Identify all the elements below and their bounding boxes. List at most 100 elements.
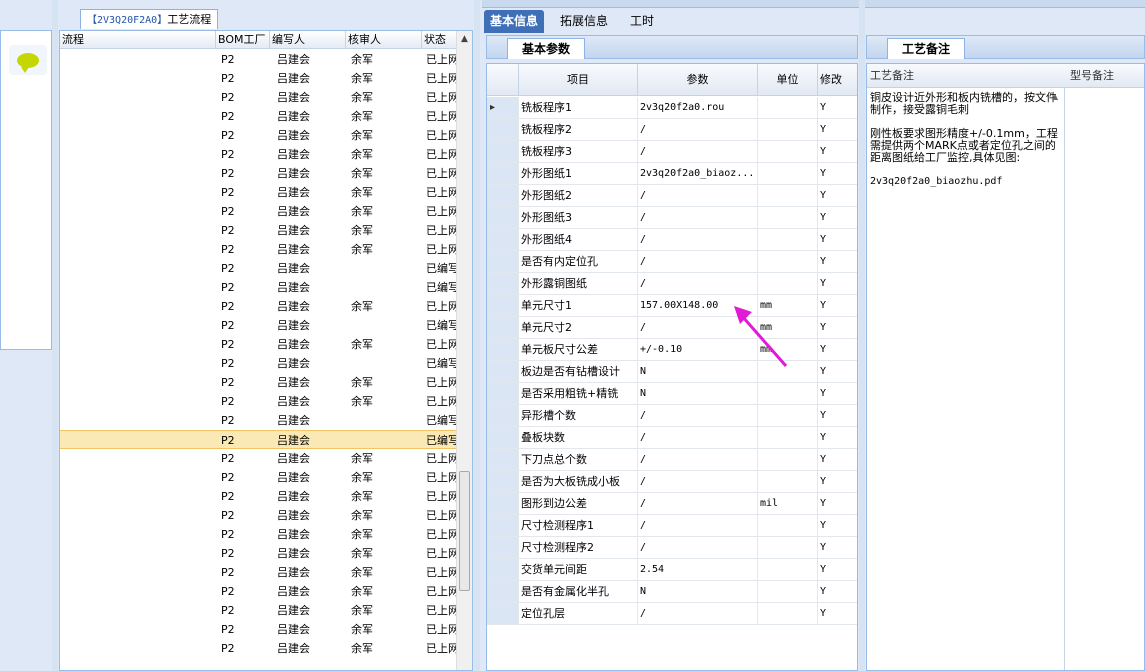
tree-row[interactable]: 出库P2吕建会余军已上网: [60, 639, 459, 658]
process-remark-text[interactable]: 铜皮设计近外形和板内铣槽的，按文件制作，接受露铜毛刺 刚性板要求图形精度+/-0…: [870, 92, 1062, 200]
param-value-cell[interactable]: /: [638, 471, 758, 492]
param-value-cell[interactable]: /: [638, 207, 758, 228]
tree-row[interactable]: −外形P2吕建会已编写: [60, 411, 459, 430]
row-indicator[interactable]: [487, 361, 519, 382]
row-indicator[interactable]: [487, 537, 519, 558]
col-process-remark[interactable]: 工艺备注: [867, 64, 914, 88]
param-value-cell[interactable]: /: [638, 229, 758, 250]
row-indicator[interactable]: [487, 581, 519, 602]
param-row[interactable]: 是否有内定位孔 / Y: [487, 251, 857, 273]
tree-row[interactable]: 成品清洗P2吕建会余军已上网: [60, 449, 459, 468]
col-bom[interactable]: BOM工厂: [216, 31, 270, 49]
param-value-cell[interactable]: N: [638, 581, 758, 602]
tree-scrollbar[interactable]: ▲: [456, 31, 472, 670]
row-indicator[interactable]: [487, 427, 519, 448]
row-indicator[interactable]: [487, 97, 519, 118]
param-row[interactable]: 外形图纸2/ Y: [487, 185, 857, 207]
row-indicator[interactable]: [487, 449, 519, 470]
tree-row[interactable]: −终检P2吕建会余军已上网: [60, 468, 459, 487]
row-indicator[interactable]: [487, 229, 519, 250]
param-row[interactable]: 板边是否有钻槽设计 N Y: [487, 361, 857, 383]
row-indicator[interactable]: [487, 339, 519, 360]
col-model-remark[interactable]: 型号备注: [1067, 64, 1114, 88]
row-indicator[interactable]: [487, 493, 519, 514]
col-unit[interactable]: 单位: [758, 64, 818, 96]
tree-row[interactable]: −电子测试P2吕建会已编写: [60, 316, 459, 335]
row-indicator[interactable]: [487, 317, 519, 338]
param-value-cell[interactable]: N: [638, 383, 758, 404]
param-row[interactable]: 铣板程序3/ Y: [487, 141, 857, 163]
param-value-cell[interactable]: 2v3q20f2a0_biaoz...: [638, 163, 758, 184]
remarks-scrollbar[interactable]: ▲: [1049, 90, 1063, 670]
tree-row[interactable]: −包装P2吕建会余军已上网: [60, 544, 459, 563]
param-row[interactable]: 是否有金属化半孔 N Y: [487, 581, 857, 603]
row-indicator[interactable]: [487, 515, 519, 536]
tree-row[interactable]: 板边包胶P2吕建会余军已上网: [60, 202, 459, 221]
tree-row[interactable]: 喷砂P2吕建会余军已上网: [60, 183, 459, 202]
row-indicator[interactable]: [487, 295, 519, 316]
row-indicator[interactable]: [487, 163, 519, 184]
param-row[interactable]: 铣板程序12v3q20f2a0.rou Y: [487, 97, 857, 119]
tree-row[interactable]: 二钻1P2吕建会余军已上网: [60, 392, 459, 411]
row-indicator[interactable]: [487, 273, 519, 294]
scroll-thumb[interactable]: [459, 471, 470, 591]
process-flow-tab[interactable]: 【2V3Q20F2A0】工艺流程: [80, 9, 219, 29]
param-value-cell[interactable]: /: [638, 141, 758, 162]
tree-row[interactable]: 终固化1P2吕建会余军已上网: [60, 107, 459, 126]
tree-row[interactable]: 铣板P2吕建会已编写: [60, 430, 459, 449]
scroll-up-icon[interactable]: ▲: [1052, 92, 1058, 101]
param-row[interactable]: 叠板块数 / Y: [487, 427, 857, 449]
tree-row[interactable]: −钻孔1P2吕建会余军已上网: [60, 373, 459, 392]
param-value-cell[interactable]: 2v3q20f2a0.rou: [638, 97, 758, 118]
row-indicator[interactable]: [487, 559, 519, 580]
param-row[interactable]: 外形图纸4/ Y: [487, 229, 857, 251]
col-flow[interactable]: 流程: [60, 31, 216, 49]
param-row[interactable]: 是否采用粗铣+精铣 N Y: [487, 383, 857, 405]
tree-row[interactable]: 烘板整平P2吕建会余军已上网: [60, 525, 459, 544]
tree-row[interactable]: −无铅喷锡P2吕建会余军已上网: [60, 126, 459, 145]
param-row[interactable]: 交货单元间距 2.54 Y: [487, 559, 857, 581]
tree-row[interactable]: 显影1P2吕建会余军已上网: [60, 88, 459, 107]
param-row[interactable]: 是否为大板铣成小板 / Y: [487, 471, 857, 493]
row-indicator[interactable]: [487, 207, 519, 228]
basic-params-tab[interactable]: 基本参数: [507, 38, 586, 59]
remarks-tab[interactable]: 工艺备注: [887, 38, 966, 59]
tab-extended-info[interactable]: 拓展信息: [554, 10, 614, 33]
param-value-cell[interactable]: /: [638, 251, 758, 272]
param-row[interactable]: 尺寸检测程序2/ Y: [487, 537, 857, 559]
param-row[interactable]: 铣板程序2/ Y: [487, 119, 857, 141]
right-splitter[interactable]: [859, 0, 865, 671]
tree-row[interactable]: 预烘1P2吕建会余军已上网: [60, 50, 459, 69]
tree-row[interactable]: 功能检查P2吕建会余军已上网: [60, 487, 459, 506]
param-row[interactable]: 下刀点总个数 / Y: [487, 449, 857, 471]
tree-row[interactable]: 烘板P2吕建会余军已上网: [60, 145, 459, 164]
row-indicator[interactable]: [487, 141, 519, 162]
center-splitter[interactable]: [474, 0, 480, 671]
row-indicator[interactable]: [487, 405, 519, 426]
scroll-up-icon[interactable]: ▲: [457, 31, 472, 47]
tree-row[interactable]: 终固化P2吕建会余军已上网: [60, 297, 459, 316]
tab-labor-time[interactable]: 工时: [624, 10, 660, 33]
param-row[interactable]: 单元尺寸1 157.00X148.00 mm Y: [487, 295, 857, 317]
col-item[interactable]: 项目: [519, 64, 638, 96]
param-value-cell[interactable]: /: [638, 405, 758, 426]
tree-row[interactable]: 水洗烘干P2吕建会余军已上网: [60, 240, 459, 259]
row-indicator[interactable]: [487, 251, 519, 272]
param-value-cell[interactable]: /: [638, 493, 758, 514]
param-value-cell[interactable]: /: [638, 185, 758, 206]
tree-row[interactable]: −成品仓P2吕建会余军已上网: [60, 582, 459, 601]
col-modify[interactable]: 修改: [818, 64, 857, 96]
chat-bubble-icon[interactable]: [9, 45, 47, 75]
tree-row[interactable]: 内包装P2吕建会余军已上网: [60, 563, 459, 582]
col-author[interactable]: 编写人: [270, 31, 346, 49]
row-indicator[interactable]: [487, 603, 519, 624]
col-param[interactable]: 参数: [638, 64, 758, 96]
tree-row[interactable]: −沉金P2吕建会余军已上网: [60, 164, 459, 183]
tree-row[interactable]: 阻抗测试P2吕建会余军已上网: [60, 335, 459, 354]
param-row[interactable]: 异形槽个数 / Y: [487, 405, 857, 427]
param-value-cell[interactable]: /: [638, 273, 758, 294]
row-indicator[interactable]: [487, 383, 519, 404]
param-row[interactable]: 图形到边公差 / mil Y: [487, 493, 857, 515]
tree-row[interactable]: 曝光1P2吕建会余军已上网: [60, 69, 459, 88]
row-indicator[interactable]: [487, 471, 519, 492]
